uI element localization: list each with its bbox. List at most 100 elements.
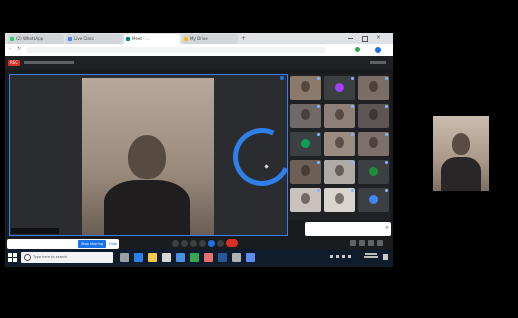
settings-icon[interactable] [232, 253, 241, 262]
self-body [441, 157, 481, 191]
mic-icon [317, 161, 320, 164]
captions-icon[interactable] [190, 240, 197, 247]
participant-video [301, 193, 310, 204]
participant-video [335, 193, 344, 204]
recording-badge: REC [8, 60, 20, 66]
presenter-head [128, 135, 166, 179]
browser-tab[interactable]: My Drive [182, 34, 238, 44]
mic-icon [385, 189, 388, 192]
browser-tab[interactable]: Live Class [66, 34, 122, 44]
profile-avatar[interactable] [375, 47, 381, 53]
site-icon [68, 37, 72, 41]
participant-video [335, 109, 344, 120]
participant-tile[interactable] [324, 76, 355, 100]
browser-tab[interactable]: (2) WhatsApp [8, 34, 64, 44]
participant-video [369, 109, 378, 120]
notification-center-icon[interactable] [383, 254, 388, 260]
taskbar-clock[interactable] [362, 252, 380, 259]
extension-icon[interactable] [355, 47, 360, 52]
meet-icon [126, 37, 130, 41]
camera-icon[interactable] [181, 240, 188, 247]
app-icon[interactable] [246, 253, 255, 262]
mail-icon[interactable] [176, 253, 185, 262]
window-controls: × [348, 34, 388, 42]
mic-icon [351, 189, 354, 192]
mic-icon [385, 133, 388, 136]
participant-video [301, 109, 310, 120]
mic-icon [317, 77, 320, 80]
activities-icon[interactable] [377, 240, 383, 246]
search-placeholder: Type here to search [33, 255, 68, 259]
participant-tile[interactable] [324, 132, 355, 156]
end-call-button[interactable] [226, 239, 238, 247]
raise-hand-icon[interactable] [199, 240, 206, 247]
participant-tile[interactable] [324, 104, 355, 128]
windows-start-icon[interactable] [8, 253, 17, 262]
participant-tile[interactable] [358, 160, 389, 184]
minimize-icon[interactable] [348, 38, 353, 39]
mic-icon [385, 105, 388, 108]
participant-tile[interactable] [290, 132, 321, 156]
presenter-body [104, 180, 190, 235]
volume-icon [336, 255, 339, 258]
word-icon[interactable] [218, 253, 227, 262]
participant-tile[interactable] [290, 160, 321, 184]
participant-tile[interactable] [290, 104, 321, 128]
participant-video [335, 165, 344, 176]
participant-avatar [301, 139, 310, 148]
participant-video [369, 137, 378, 148]
participant-tile[interactable] [358, 132, 389, 156]
participant-video [301, 81, 310, 92]
meeting-info [370, 61, 386, 64]
system-tray[interactable] [330, 255, 354, 259]
photos-icon[interactable] [204, 253, 213, 262]
participant-tile[interactable] [324, 160, 355, 184]
back-icon[interactable]: ‹ [9, 47, 11, 52]
toast-close-icon[interactable]: × [384, 225, 390, 231]
toast-action-button[interactable] [362, 226, 380, 232]
self-head [452, 133, 470, 155]
participant-avatar [369, 195, 378, 204]
new-tab-icon[interactable]: + [241, 35, 246, 42]
whatsapp-icon [10, 37, 14, 41]
pin-icon[interactable] [280, 76, 284, 80]
info-icon[interactable] [350, 240, 356, 246]
hide-banner-button[interactable]: Hide [108, 240, 118, 248]
battery-icon [342, 255, 345, 258]
chat-icon[interactable] [368, 240, 374, 246]
people-icon[interactable] [359, 240, 365, 246]
present-icon[interactable] [208, 240, 215, 247]
browser-tab-active[interactable]: Meet - ... [124, 34, 180, 44]
mic-icon [351, 161, 354, 164]
participant-tile[interactable] [358, 188, 389, 212]
drive-icon [184, 37, 188, 41]
presenter-name-label [11, 228, 59, 234]
participant-tile[interactable] [290, 188, 321, 212]
maximize-icon[interactable] [362, 36, 368, 42]
participant-video [301, 165, 310, 176]
task-view-icon[interactable] [120, 253, 129, 262]
reload-icon[interactable]: ↻ [17, 47, 21, 52]
search-icon [24, 254, 31, 261]
more-options-icon[interactable] [217, 240, 224, 247]
mic-icon [385, 77, 388, 80]
edge-icon[interactable] [134, 253, 143, 262]
mic-icon [351, 77, 354, 80]
mic-icon [317, 105, 320, 108]
url-field[interactable] [26, 47, 326, 53]
participant-tile[interactable] [324, 188, 355, 212]
meeting-title [24, 61, 74, 64]
participant-tile[interactable] [290, 76, 321, 100]
participant-tile[interactable] [358, 104, 389, 128]
participant-video [335, 137, 344, 148]
close-icon[interactable]: × [376, 34, 381, 41]
participant-tile[interactable] [358, 76, 389, 100]
network-icon [330, 255, 333, 258]
language-icon [348, 255, 351, 258]
store-icon[interactable] [162, 253, 171, 262]
file-explorer-icon[interactable] [148, 253, 157, 262]
chrome-icon[interactable] [190, 253, 199, 262]
stop-sharing-button[interactable]: Stop sharing [78, 240, 106, 248]
participant-video [369, 81, 378, 92]
mic-icon[interactable] [172, 240, 179, 247]
